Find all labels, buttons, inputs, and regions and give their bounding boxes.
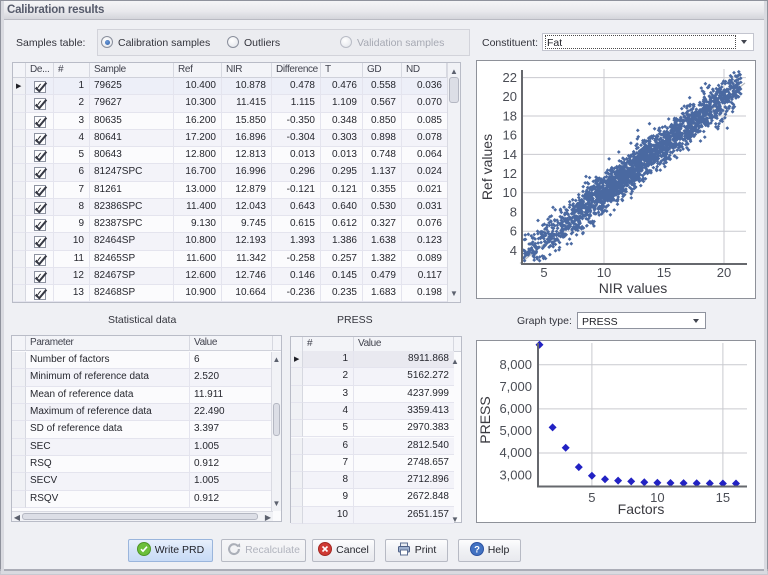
svg-text:20: 20 <box>717 265 731 280</box>
svg-text:Factors: Factors <box>618 501 665 517</box>
svg-text:10: 10 <box>503 185 517 200</box>
svg-text:20: 20 <box>503 89 517 104</box>
svg-text:15: 15 <box>657 265 671 280</box>
svg-text:4,000: 4,000 <box>499 445 532 460</box>
svg-text:5: 5 <box>540 265 547 280</box>
svg-text:6: 6 <box>510 224 517 239</box>
svg-text:16: 16 <box>503 128 517 143</box>
svg-text:?: ? <box>474 545 480 556</box>
svg-text:NIR values: NIR values <box>599 280 667 296</box>
svg-text:PRESS: PRESS <box>477 396 493 443</box>
svg-text:7,000: 7,000 <box>499 379 532 394</box>
svg-text:12: 12 <box>503 166 517 181</box>
svg-text:6,000: 6,000 <box>499 401 532 416</box>
svg-text:4: 4 <box>510 243 517 258</box>
svg-text:14: 14 <box>503 147 517 162</box>
svg-text:5: 5 <box>588 490 595 505</box>
svg-text:8,000: 8,000 <box>499 357 532 372</box>
svg-text:3,000: 3,000 <box>499 467 532 482</box>
svg-text:15: 15 <box>716 490 730 505</box>
svg-text:5,000: 5,000 <box>499 423 532 438</box>
svg-text:22: 22 <box>503 70 517 85</box>
svg-text:10: 10 <box>597 265 611 280</box>
svg-text:Ref values: Ref values <box>479 134 495 200</box>
svg-text:8: 8 <box>510 204 517 219</box>
svg-text:18: 18 <box>503 108 517 123</box>
